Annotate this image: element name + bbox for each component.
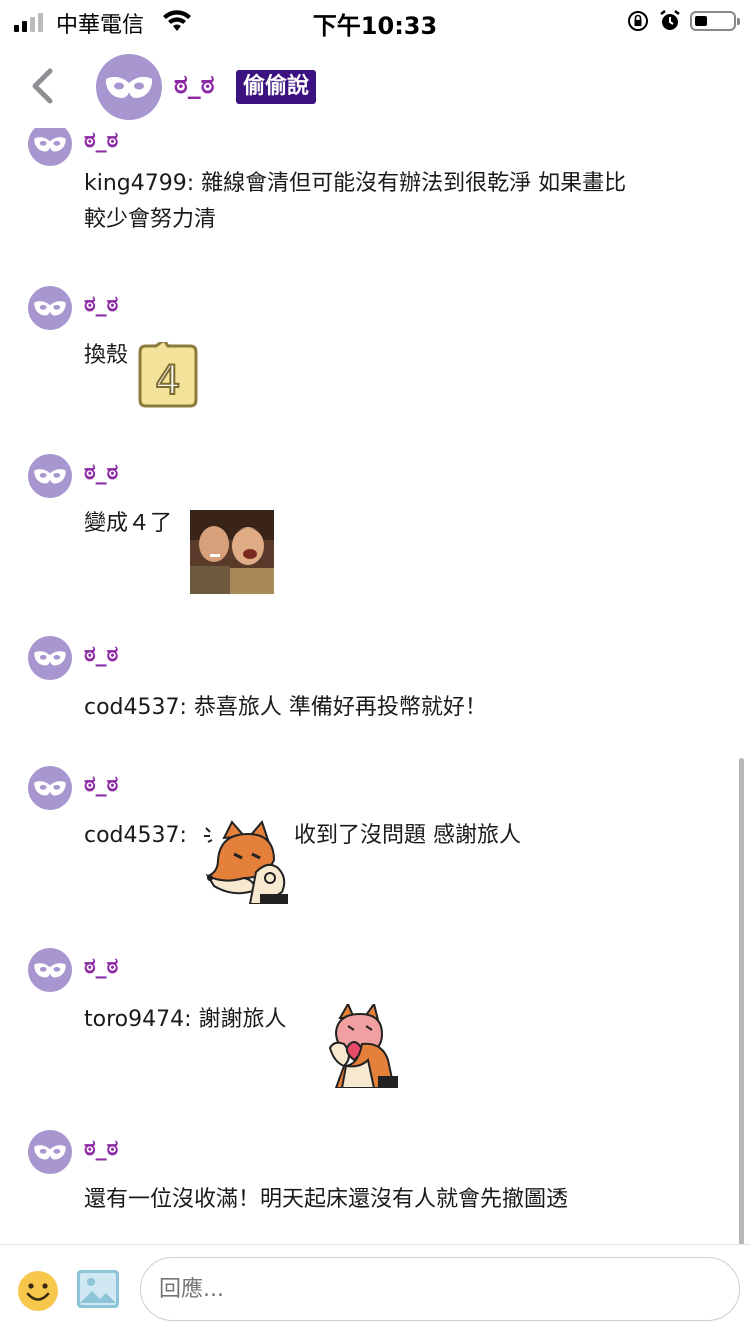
- battery-icon: [690, 11, 740, 31]
- message-author: ಠ_ಠ: [84, 1136, 119, 1161]
- message-feed[interactable]: ಠ_ಠ king4799: 雜線會清但可能沒有辦法到很乾淨 如果畫比 較少會努力…: [0, 128, 750, 1244]
- laughing-men-photo: [190, 510, 274, 594]
- reply-input[interactable]: [140, 1257, 740, 1321]
- message-text: cod4537:: [84, 823, 187, 848]
- fox-ok-sticker: [204, 820, 288, 905]
- message-text: 換殼: [84, 343, 129, 368]
- message-text: toro9474: 謝謝旅人: [84, 1007, 287, 1032]
- sticker-number: 4: [155, 358, 180, 404]
- mask-icon: [34, 963, 66, 978]
- mask-icon: [34, 137, 66, 152]
- mask-icon: [34, 651, 66, 666]
- number-4-sticker: 4: [134, 337, 200, 410]
- message-text: 變成４了: [84, 511, 173, 536]
- mask-avatar[interactable]: [28, 766, 72, 810]
- orientation-lock-icon: [628, 11, 648, 31]
- mask-avatar[interactable]: [28, 1130, 72, 1174]
- message-text: king4799: 雜線會清但可能沒有辦法到很乾淨 如果畫比: [84, 171, 627, 196]
- emoji-smile-icon[interactable]: [16, 1269, 60, 1313]
- mask-icon: [34, 1145, 66, 1160]
- image-upload-icon[interactable]: [76, 1269, 120, 1309]
- message-author: ಠ_ಠ: [84, 128, 119, 153]
- message-author: ಠ_ಠ: [84, 460, 119, 485]
- mask-avatar[interactable]: [28, 636, 72, 680]
- feed-scrollbar[interactable]: [739, 758, 744, 1244]
- status-bar: 中華電信 下午10:33: [0, 0, 750, 44]
- mask-avatar[interactable]: [28, 286, 72, 330]
- message-text: cod4537: 恭喜旅人 準備好再投幣就好！: [84, 695, 487, 720]
- message-text-after-sticker: 收到了沒問題 感謝旅人: [294, 823, 521, 848]
- mask-avatar[interactable]: [96, 54, 162, 120]
- status-right-icons: [626, 8, 740, 34]
- message-author: ಠ_ಠ: [84, 954, 119, 979]
- mask-icon: [105, 76, 153, 98]
- back-chevron-icon[interactable]: [28, 68, 58, 104]
- mask-avatar[interactable]: [28, 948, 72, 992]
- chat-header: ಠ_ಠ 偷偷說: [0, 44, 750, 128]
- reply-composer: [0, 1244, 750, 1335]
- anonymous-badge: 偷偷說: [236, 70, 317, 104]
- chat-title-name: ಠ_ಠ: [174, 70, 215, 100]
- alarm-icon: [660, 10, 680, 30]
- message-text: 還有一位沒收滿！明天起床還沒有人就會先撤圖透: [84, 1187, 569, 1212]
- fox-heart-sticker: [318, 1001, 398, 1089]
- message-author: ಠ_ಠ: [84, 642, 119, 667]
- mask-icon: [34, 301, 66, 316]
- message-author: ಠ_ಠ: [84, 772, 119, 797]
- mask-avatar[interactable]: [28, 128, 72, 166]
- message-text-continued: 較少會努力清: [84, 207, 217, 232]
- mask-icon: [34, 781, 66, 796]
- mask-avatar[interactable]: [28, 454, 72, 498]
- message-author: ಠ_ಠ: [84, 292, 119, 317]
- mask-icon: [34, 469, 66, 484]
